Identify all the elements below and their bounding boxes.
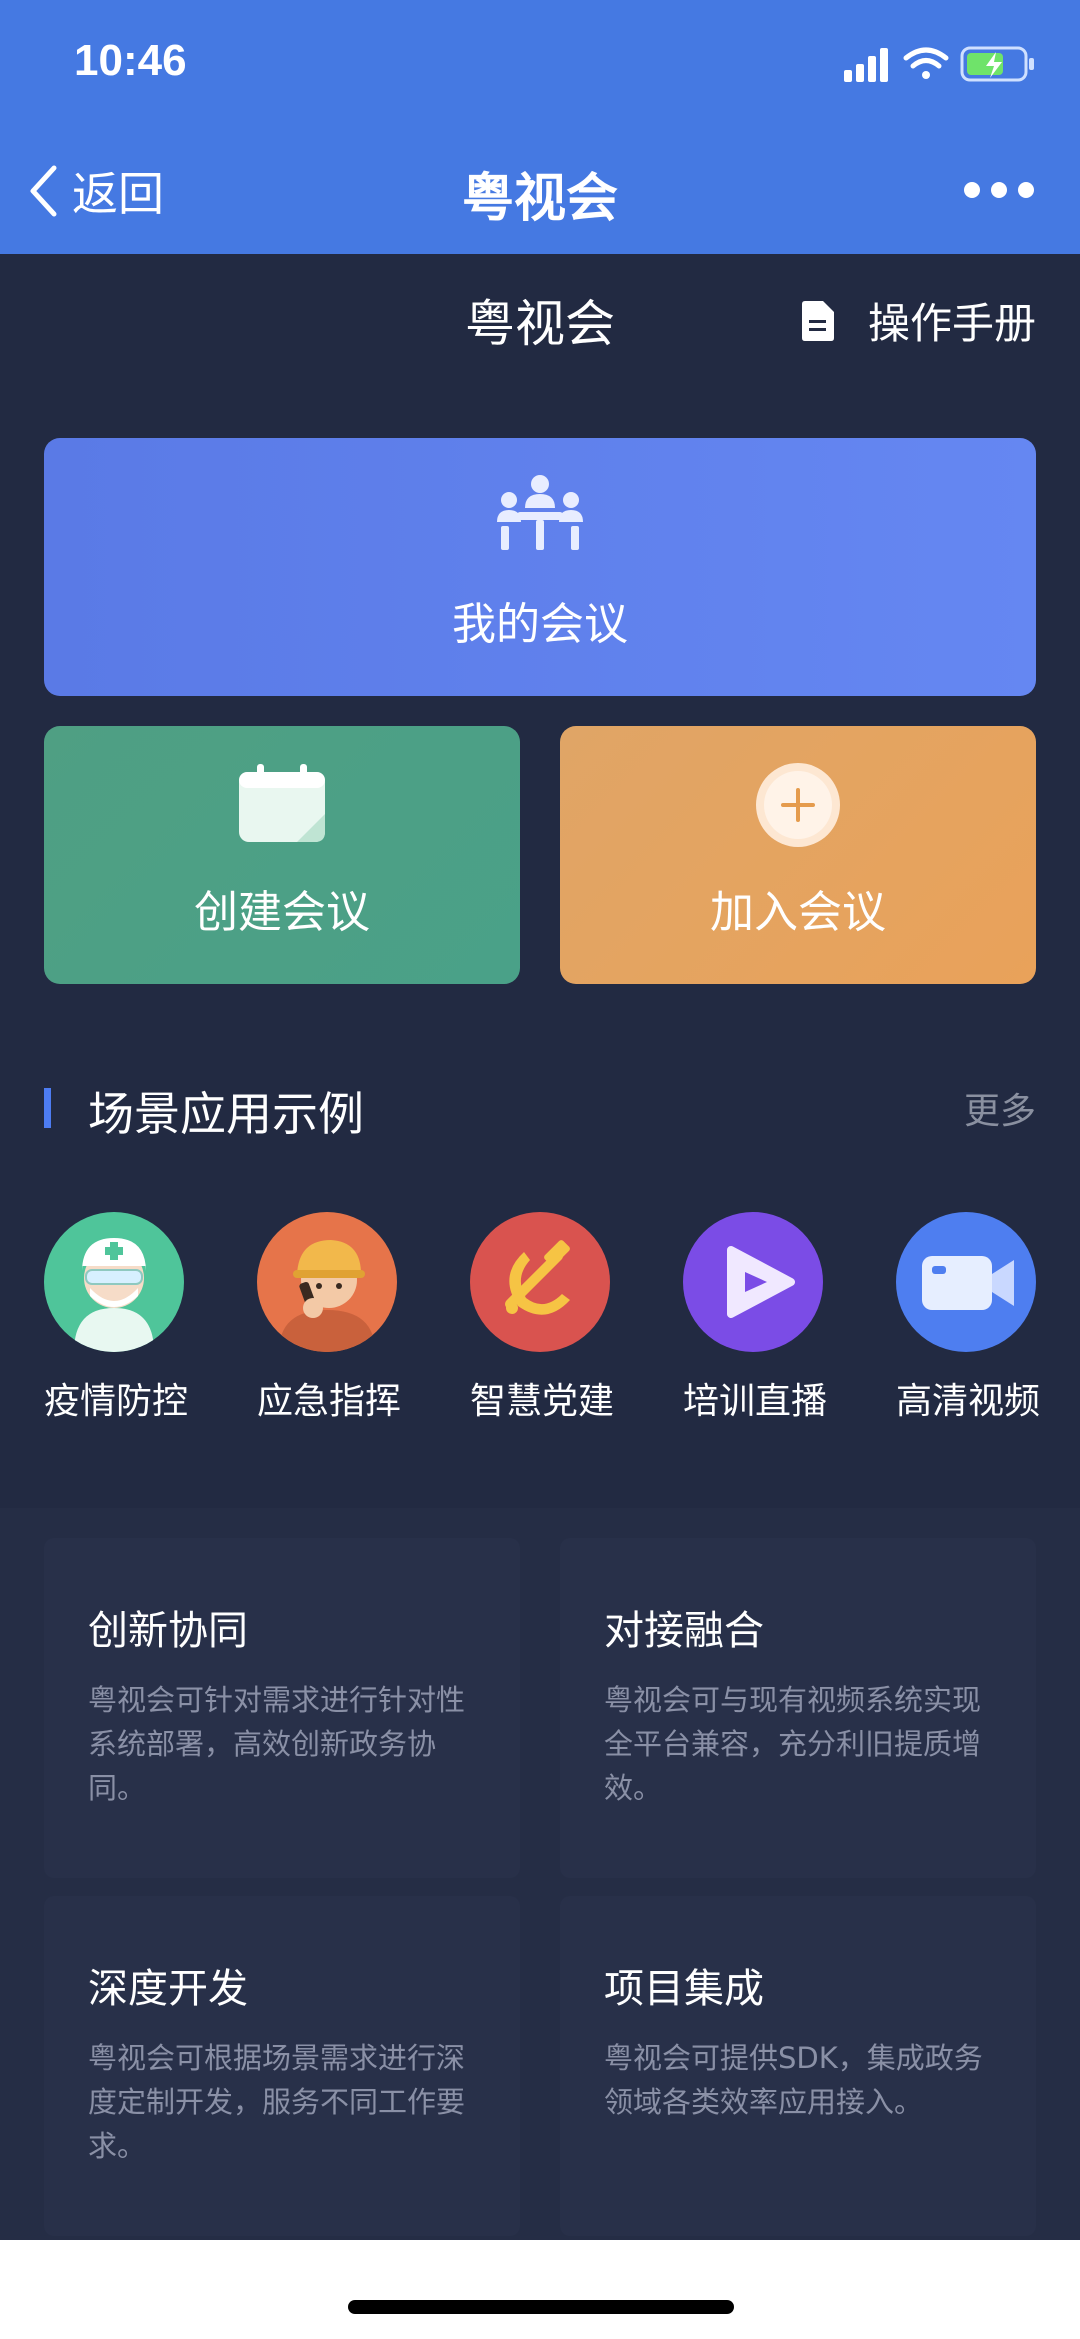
scene-item-party[interactable]: 智慧党建 bbox=[470, 1212, 615, 1424]
section-header: 场景应用示例 更多 bbox=[44, 1074, 1036, 1141]
feature-desc: 粤视会可提供SDK，集成政务领域各类效率应用接入。 bbox=[604, 2041, 983, 2119]
scene-label: 高清视频 bbox=[896, 1381, 1041, 1422]
play-icon bbox=[683, 1212, 823, 1352]
walkie-talkie-worker-icon bbox=[257, 1212, 397, 1352]
scene-label: 疫情防控 bbox=[44, 1381, 189, 1422]
scene-label: 培训直播 bbox=[683, 1381, 828, 1422]
feature-card[interactable]: 项目集成 粤视会可提供SDK，集成政务领域各类效率应用接入。 bbox=[560, 1896, 1036, 2236]
section-title: 场景应用示例 bbox=[88, 1087, 364, 1141]
scene-item-video[interactable]: 高清视频 bbox=[896, 1212, 1041, 1424]
scene-item-training[interactable]: 培训直播 bbox=[683, 1212, 828, 1424]
scene-label: 应急指挥 bbox=[257, 1381, 402, 1422]
section-accent-bar bbox=[44, 1088, 51, 1128]
signal-icon bbox=[844, 48, 888, 82]
calendar-icon bbox=[239, 764, 325, 842]
more-link[interactable]: 更多 bbox=[964, 1082, 1036, 1134]
manual-link[interactable]: 操作手册 bbox=[801, 290, 1036, 351]
document-icon bbox=[801, 300, 834, 341]
join-meeting-card[interactable]: 加入会议 bbox=[560, 726, 1036, 984]
create-meeting-card[interactable]: 创建会议 bbox=[44, 726, 520, 984]
feature-title: 深度开发 bbox=[88, 1966, 248, 2012]
feature-grid: 创新协同 粤视会可针对需求进行针对性系统部署，高效创新政务协同。 对接融合 粤视… bbox=[0, 1508, 1080, 2240]
status-time: 10:46 bbox=[74, 36, 187, 85]
status-icons bbox=[844, 46, 1034, 82]
video-camera-icon bbox=[896, 1212, 1036, 1352]
wifi-icon bbox=[903, 47, 949, 79]
feature-card[interactable]: 对接融合 粤视会可与现有视频系统实现全平台兼容，充分利旧提质增效。 bbox=[560, 1538, 1036, 1878]
feature-title: 对接融合 bbox=[604, 1608, 764, 1654]
feature-card[interactable]: 创新协同 粤视会可针对需求进行针对性系统部署，高效创新政务协同。 bbox=[44, 1538, 520, 1878]
scene-list: 疫情防控 应急指挥 智慧党建 培训直播 高清视频 bbox=[44, 1212, 1041, 1452]
nav-bar: 返回 粤视会 bbox=[0, 130, 1080, 254]
scene-label: 智慧党建 bbox=[470, 1381, 615, 1422]
doctor-icon bbox=[44, 1212, 184, 1352]
home-indicator-area bbox=[0, 2240, 1080, 2339]
feature-desc: 粤视会可与现有视频系统实现全平台兼容，充分利旧提质增效。 bbox=[604, 1683, 982, 1805]
nav-title: 粤视会 bbox=[461, 169, 618, 229]
feature-title: 项目集成 bbox=[604, 1966, 764, 2012]
party-emblem-icon bbox=[470, 1212, 610, 1352]
status-bar: 10:46 bbox=[0, 0, 1080, 130]
join-meeting-label: 加入会议 bbox=[710, 887, 886, 938]
create-meeting-label: 创建会议 bbox=[194, 887, 370, 938]
more-icon[interactable] bbox=[962, 178, 1036, 202]
scene-item-epidemic[interactable]: 疫情防控 bbox=[44, 1212, 189, 1424]
home-indicator[interactable] bbox=[348, 2300, 734, 2314]
feature-desc: 粤视会可针对需求进行针对性系统部署，高效创新政务协同。 bbox=[88, 1683, 466, 1805]
feature-card[interactable]: 深度开发 粤视会可根据场景需求进行深度定制开发，服务不同工作要求。 bbox=[44, 1896, 520, 2236]
feature-title: 创新协同 bbox=[88, 1608, 248, 1654]
battery-charging-icon bbox=[960, 46, 1034, 82]
meeting-people-icon bbox=[497, 475, 583, 550]
manual-label: 操作手册 bbox=[867, 299, 1036, 348]
my-meetings-card[interactable]: 我的会议 bbox=[44, 438, 1036, 696]
my-meetings-label: 我的会议 bbox=[452, 599, 628, 650]
plus-circle-icon bbox=[756, 763, 840, 847]
feature-desc: 粤视会可根据场景需求进行深度定制开发，服务不同工作要求。 bbox=[88, 2041, 466, 2163]
main-content: 粤视会 操作手册 我的会议 创建会议 加入会议 场景应用示例 更多 疫情防控 应… bbox=[0, 254, 1080, 2240]
scene-item-emergency[interactable]: 应急指挥 bbox=[257, 1212, 402, 1424]
